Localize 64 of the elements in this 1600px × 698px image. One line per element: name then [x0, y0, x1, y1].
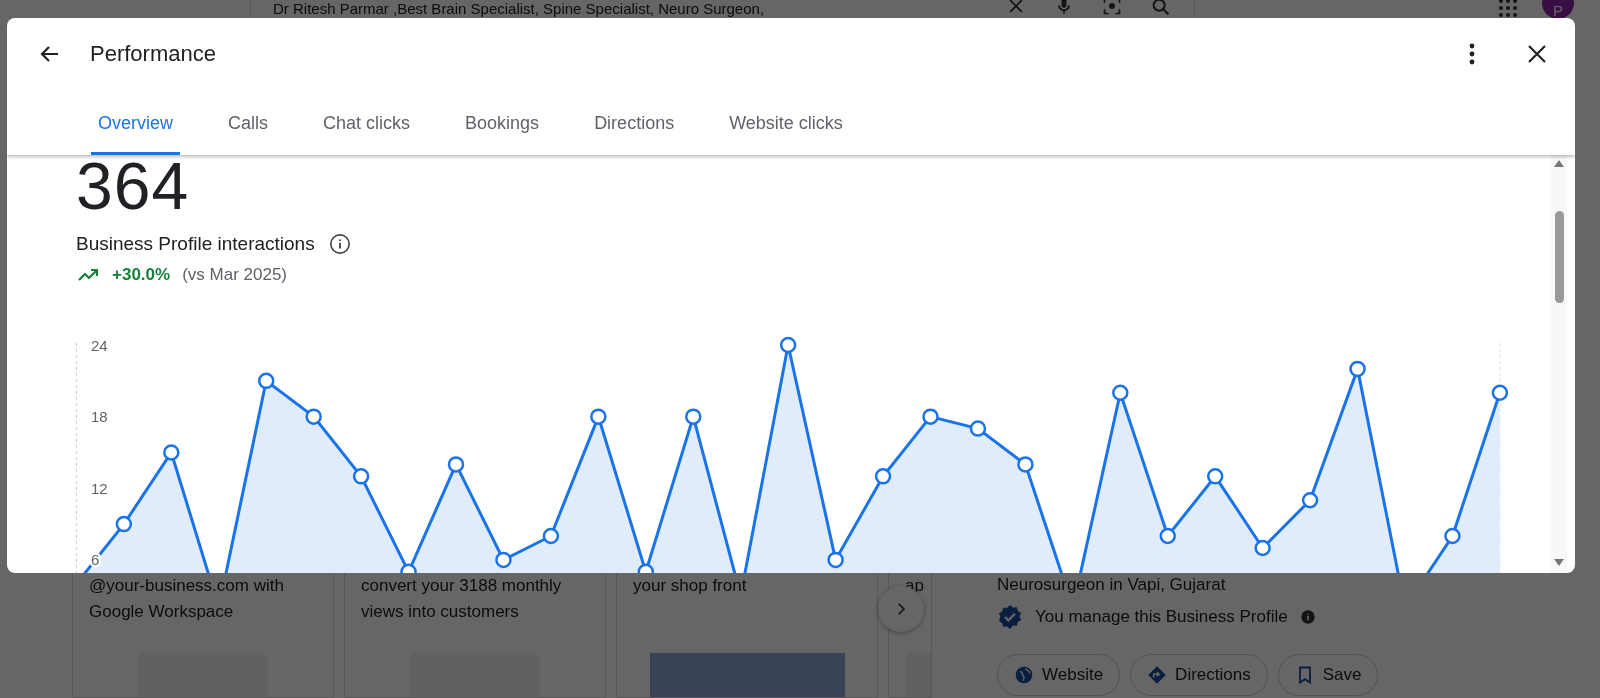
- y-axis-label: 18: [91, 408, 108, 426]
- apps-grid-icon[interactable]: [1498, 0, 1518, 18]
- total-count: 364: [76, 155, 191, 217]
- metric-label: Business Profile interactions: [76, 233, 315, 255]
- verified-badge-icon: [997, 604, 1023, 630]
- scrollbar-thumb[interactable]: [1554, 211, 1564, 303]
- data-point[interactable]: [1254, 539, 1271, 557]
- data-point[interactable]: [1444, 527, 1461, 545]
- data-point[interactable]: [874, 468, 892, 485]
- data-point[interactable]: [590, 408, 607, 425]
- tab[interactable]: Chat clicks: [316, 90, 418, 155]
- data-point[interactable]: [969, 420, 987, 437]
- change-percent: +30.0%: [112, 265, 171, 285]
- action-chip[interactable]: Save: [1277, 654, 1379, 696]
- camera-lens-icon[interactable]: [1102, 0, 1122, 16]
- data-point[interactable]: [779, 336, 797, 354]
- data-point[interactable]: [1349, 360, 1366, 378]
- dialog-title: Performance: [90, 41, 216, 67]
- tab[interactable]: Overview: [91, 90, 180, 155]
- data-point[interactable]: [305, 408, 322, 425]
- data-point[interactable]: [400, 563, 417, 573]
- data-point[interactable]: [1206, 468, 1224, 485]
- search-query: Dr Ritesh Parmar ,Best Brain Specialist, Spine Specialist, Neuro Surgeon,: [273, 0, 766, 17]
- data-point[interactable]: [1017, 456, 1034, 473]
- data-point[interactable]: [1301, 491, 1319, 509]
- scroll-up-icon[interactable]: [1553, 159, 1565, 168]
- more-options-icon[interactable]: [1469, 43, 1475, 65]
- scroll-down-icon[interactable]: [1553, 558, 1565, 567]
- data-point[interactable]: [115, 515, 133, 533]
- data-point[interactable]: [1491, 384, 1509, 401]
- close-icon[interactable]: [1527, 44, 1547, 64]
- managed-note: You manage this Business Profile: [1035, 607, 1288, 627]
- y-axis-label: 24: [91, 336, 108, 354]
- tab[interactable]: Bookings: [458, 90, 547, 155]
- data-point[interactable]: [922, 408, 939, 425]
- globe-icon: [1014, 665, 1034, 685]
- account-avatar[interactable]: P: [1542, 0, 1574, 18]
- card-text: your shop front: [633, 575, 748, 597]
- trending-up-icon: [78, 268, 100, 282]
- tab[interactable]: Calls: [221, 90, 276, 155]
- action-chip[interactable]: Directions: [1130, 654, 1268, 696]
- data-point[interactable]: [257, 372, 275, 390]
- data-point[interactable]: [495, 551, 512, 569]
- card-text: convert your 3188 monthly views into customers: [361, 575, 563, 623]
- data-point[interactable]: [1159, 527, 1176, 545]
- data-point[interactable]: [163, 444, 180, 461]
- info-icon[interactable]: [328, 233, 351, 255]
- scrollbar[interactable]: [1551, 155, 1567, 573]
- tab[interactable]: Website clicks: [722, 90, 850, 155]
- data-point[interactable]: [352, 468, 370, 485]
- search-icon[interactable]: [1150, 0, 1172, 18]
- data-point[interactable]: [1112, 384, 1129, 401]
- data-point[interactable]: [827, 551, 844, 569]
- data-point[interactable]: [542, 527, 560, 545]
- data-point[interactable]: [637, 563, 655, 573]
- data-point[interactable]: [447, 456, 465, 473]
- y-axis-label: 12: [91, 479, 108, 497]
- comparison-period: (vs Mar 2025): [182, 265, 287, 285]
- card-text: @your-business.com with Google Workspace: [89, 575, 285, 623]
- tab[interactable]: Directions: [587, 90, 682, 155]
- profile-category: Neurosurgeon in Vapi, Gujarat: [997, 574, 1227, 596]
- action-chip[interactable]: Website: [997, 654, 1121, 696]
- directions-icon: [1147, 665, 1168, 685]
- data-point[interactable]: [685, 408, 702, 425]
